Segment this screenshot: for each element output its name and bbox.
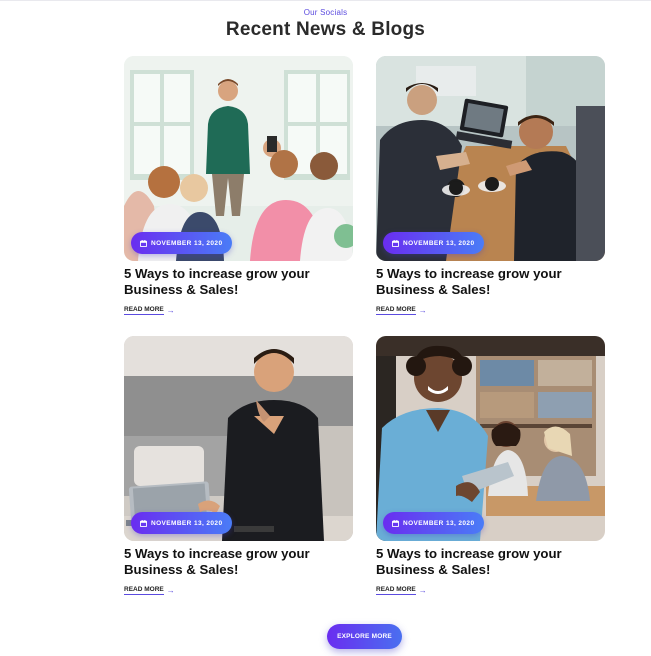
read-more-link[interactable]: READ MORE → <box>124 586 175 595</box>
presenter-image <box>124 56 353 261</box>
calendar-icon <box>140 519 147 527</box>
blog-card: NOVEMBER 13, 2020 5 Ways to increase gro… <box>376 56 606 316</box>
blog-title[interactable]: 5 Ways to increase grow your Business & … <box>124 546 359 578</box>
blog-thumbnail[interactable]: NOVEMBER 13, 2020 <box>124 56 353 261</box>
top-divider <box>0 0 651 1</box>
smiling-man-office-image <box>376 336 605 541</box>
arrow-right-icon: → <box>418 305 427 315</box>
arrow-right-icon: → <box>166 305 175 315</box>
read-more-link[interactable]: READ MORE → <box>376 306 427 315</box>
date-badge: NOVEMBER 13, 2020 <box>383 232 485 254</box>
calendar-icon <box>392 519 399 527</box>
calendar-icon <box>392 239 399 247</box>
explore-more-button[interactable]: EXPLORE MORE <box>327 624 402 649</box>
blog-card: NOVEMBER 13, 2020 5 Ways to increase gro… <box>124 56 354 316</box>
date-text: NOVEMBER 13, 2020 <box>151 519 223 527</box>
blog-title[interactable]: 5 Ways to increase grow your Business & … <box>376 546 611 578</box>
smiling-man-laptop-image <box>124 336 353 541</box>
section-title: Recent News & Blogs <box>225 19 426 40</box>
blog-thumbnail[interactable]: NOVEMBER 13, 2020 <box>376 56 605 261</box>
read-more-label: READ MORE <box>376 306 416 315</box>
blog-thumbnail[interactable]: NOVEMBER 13, 2020 <box>376 336 605 541</box>
meeting-image <box>376 56 605 261</box>
read-more-link[interactable]: READ MORE → <box>376 586 427 595</box>
read-more-label: READ MORE <box>124 586 164 595</box>
section-eyebrow: Our Socials <box>303 8 348 17</box>
calendar-icon <box>140 239 147 247</box>
arrow-right-icon: → <box>418 585 427 595</box>
blog-title[interactable]: 5 Ways to increase grow your Business & … <box>124 266 359 298</box>
date-text: NOVEMBER 13, 2020 <box>403 239 475 247</box>
date-badge: NOVEMBER 13, 2020 <box>383 512 485 534</box>
blog-thumbnail[interactable]: NOVEMBER 13, 2020 <box>124 336 353 541</box>
date-badge: NOVEMBER 13, 2020 <box>131 512 233 534</box>
arrow-right-icon: → <box>166 585 175 595</box>
date-text: NOVEMBER 13, 2020 <box>151 239 223 247</box>
blog-card: NOVEMBER 13, 2020 5 Ways to increase gro… <box>376 336 606 596</box>
date-text: NOVEMBER 13, 2020 <box>403 519 475 527</box>
blog-title[interactable]: 5 Ways to increase grow your Business & … <box>376 266 611 298</box>
blog-card: NOVEMBER 13, 2020 5 Ways to increase gro… <box>124 336 354 596</box>
read-more-link[interactable]: READ MORE → <box>124 306 175 315</box>
read-more-label: READ MORE <box>376 586 416 595</box>
date-badge: NOVEMBER 13, 2020 <box>131 232 233 254</box>
read-more-label: READ MORE <box>124 306 164 315</box>
